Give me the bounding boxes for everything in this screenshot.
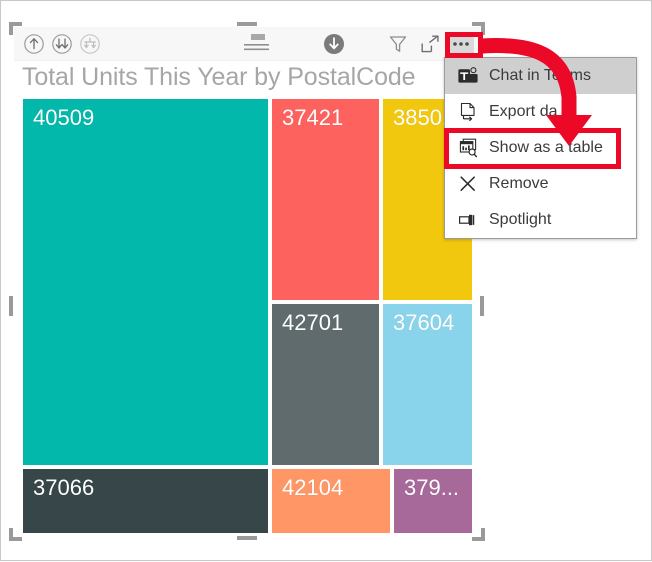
treemap-tile-label: 42104: [282, 475, 344, 500]
selection-handle-bottom-center[interactable]: [237, 536, 257, 540]
export-data-menu-item[interactable]: Export da: [445, 94, 636, 130]
treemap-tile-label: 37604: [393, 310, 455, 335]
menu-item-label: Chat in Teams: [489, 67, 591, 84]
spotlight-icon: [455, 209, 481, 231]
show-as-a-table-menu-item[interactable]: Show as a table: [445, 130, 636, 166]
show-as-table-icon: [455, 137, 481, 159]
drill-mode-icon[interactable]: [322, 32, 346, 56]
hierarchy-levels-icon[interactable]: [242, 32, 272, 56]
export-data-icon: [455, 101, 481, 123]
menu-item-label: Spotlight: [489, 211, 552, 228]
spotlight-menu-item[interactable]: Spotlight: [445, 202, 636, 238]
drill-up-icon[interactable]: [22, 32, 46, 56]
expand-down-icon[interactable]: [50, 32, 74, 56]
teams-icon: [455, 65, 481, 87]
treemap-tile[interactable]: 42104: [272, 469, 390, 533]
treemap-tile-label: 42701: [282, 310, 344, 335]
visual-header-toolbar: [14, 27, 480, 61]
filter-icon[interactable]: [386, 32, 410, 56]
treemap-tile[interactable]: 42701: [272, 304, 379, 465]
visual-title: Total Units This Year by PostalCode: [22, 63, 416, 91]
more-options-context-menu[interactable]: Chat in Teams Export da Show as a table …: [444, 57, 637, 239]
treemap-plot-area[interactable]: 40509 37421 38501 42701 37604 37066 4210…: [23, 99, 472, 533]
treemap-tile-label: 379...: [404, 475, 460, 500]
treemap-tile[interactable]: 37604: [383, 304, 472, 465]
treemap-tile-label: 37066: [33, 475, 95, 500]
selection-handle-left-middle[interactable]: [9, 296, 13, 316]
treemap-tile[interactable]: 40509: [23, 99, 268, 465]
treemap-tile[interactable]: 37066: [23, 469, 268, 533]
treemap-tile-label: 37421: [282, 105, 344, 130]
chat-in-teams-menu-item[interactable]: Chat in Teams: [445, 58, 636, 94]
remove-menu-item[interactable]: Remove: [445, 166, 636, 202]
selection-handle-top-center[interactable]: [237, 22, 257, 26]
selection-handle-top-right[interactable]: [471, 22, 485, 36]
selection-handle-bottom-right[interactable]: [471, 527, 485, 541]
treemap-tile[interactable]: 37421: [272, 99, 379, 300]
focus-mode-icon[interactable]: [418, 32, 442, 56]
selection-handle-top-left[interactable]: [9, 22, 23, 36]
remove-icon: [455, 173, 481, 195]
menu-item-label: Export da: [489, 103, 558, 120]
selection-handle-right-middle[interactable]: [480, 296, 484, 316]
menu-item-label: Remove: [489, 175, 549, 192]
drill-all-down-icon[interactable]: [78, 32, 102, 56]
screenshot-root: Total Units This Year by PostalCode 4050…: [0, 0, 652, 561]
selection-handle-bottom-left[interactable]: [9, 527, 23, 541]
treemap-tile-label: 40509: [33, 105, 95, 130]
menu-item-label: Show as a table: [489, 139, 603, 156]
treemap-visual[interactable]: Total Units This Year by PostalCode 4050…: [14, 27, 480, 545]
treemap-tile[interactable]: 379...: [394, 469, 472, 533]
